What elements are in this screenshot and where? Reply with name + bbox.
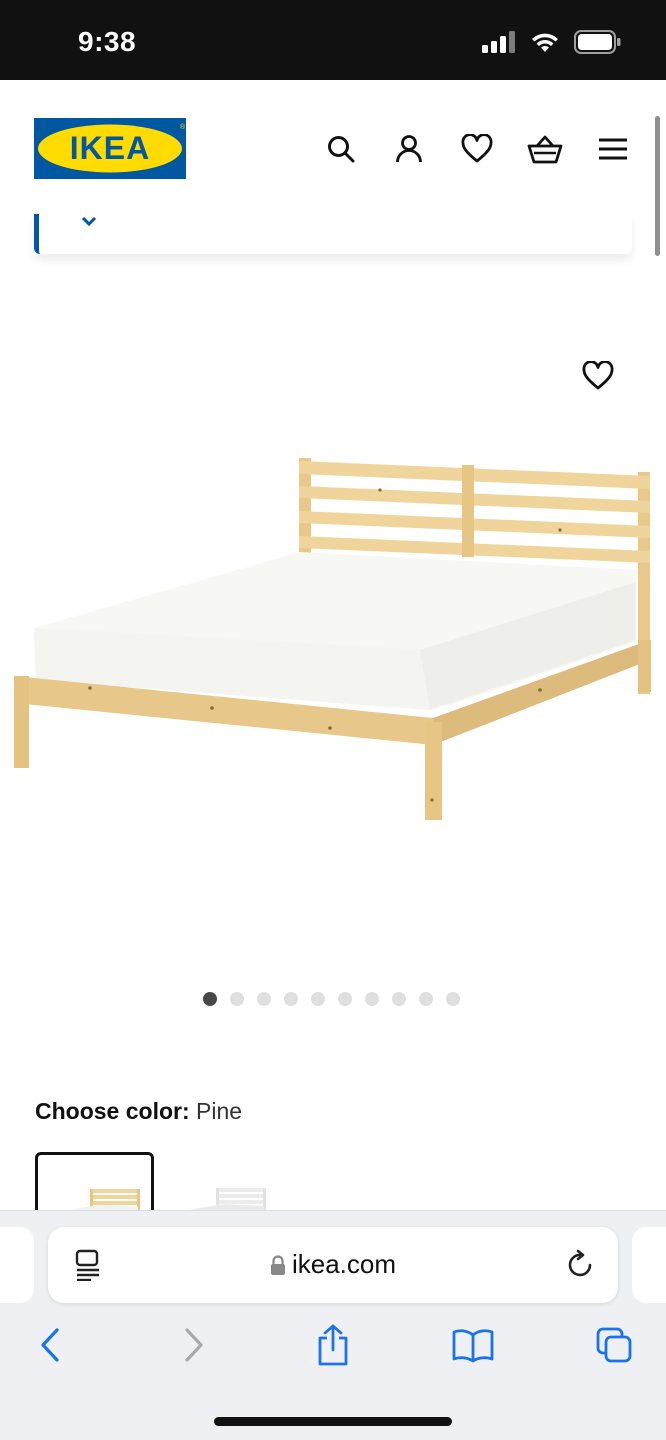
cellular-signal-icon [482, 31, 515, 53]
safari-toolbar [0, 1323, 666, 1367]
carousel-dot[interactable] [392, 992, 406, 1006]
next-tab-pill[interactable] [632, 1227, 666, 1303]
wifi-icon [532, 33, 558, 52]
carousel-dot[interactable] [419, 992, 433, 1006]
site-header: IKEA ® [0, 80, 666, 220]
heart-icon[interactable] [458, 130, 496, 168]
status-bar: 9:38 [0, 0, 666, 80]
carousel-dot[interactable] [365, 992, 379, 1006]
carousel-dot[interactable] [311, 992, 325, 1006]
url-display[interactable]: ikea.com [48, 1249, 618, 1282]
reload-icon[interactable] [566, 1249, 596, 1286]
address-bar[interactable]: ikea.com [48, 1227, 618, 1303]
svg-text:IKEA: IKEA [70, 130, 150, 166]
battery-icon [574, 30, 621, 54]
collapsed-info-card[interactable] [34, 214, 632, 254]
menu-icon[interactable] [594, 130, 632, 168]
basket-icon[interactable] [526, 130, 564, 168]
home-indicator [214, 1417, 452, 1426]
ikea-logo[interactable]: IKEA ® [34, 118, 186, 179]
forward-icon[interactable] [172, 1323, 216, 1367]
choose-color-label: Choose color: [35, 1098, 190, 1124]
carousel-dot[interactable] [338, 992, 352, 1006]
chevron-down-icon[interactable] [81, 214, 97, 232]
lock-icon [270, 1251, 286, 1282]
selected-color: Pine [196, 1098, 243, 1124]
previous-tab-pill[interactable] [0, 1227, 34, 1303]
url-text: ikea.com [291, 1249, 397, 1279]
search-icon[interactable] [322, 130, 360, 168]
account-icon[interactable] [390, 130, 428, 168]
carousel-dot[interactable] [257, 992, 271, 1006]
color-chooser-label: Choose color: Pine [35, 1098, 242, 1125]
favorite-heart-icon[interactable] [578, 356, 618, 396]
status-time: 9:38 [78, 26, 137, 57]
scroll-indicator [655, 116, 660, 256]
carousel-dots [203, 992, 460, 1006]
tabs-icon[interactable] [592, 1323, 636, 1367]
svg-text:®: ® [180, 123, 186, 131]
browser-toolbar: ikea.com [0, 1210, 666, 1440]
product-image[interactable] [0, 300, 666, 960]
bookmarks-icon[interactable] [451, 1323, 495, 1367]
header-icons [322, 130, 632, 168]
carousel-dot[interactable] [284, 992, 298, 1006]
carousel-dot[interactable] [446, 992, 460, 1006]
share-icon[interactable] [311, 1323, 355, 1367]
back-icon[interactable] [28, 1323, 72, 1367]
status-icons [482, 30, 622, 54]
carousel-dot[interactable] [203, 992, 217, 1006]
carousel-dot[interactable] [230, 992, 244, 1006]
